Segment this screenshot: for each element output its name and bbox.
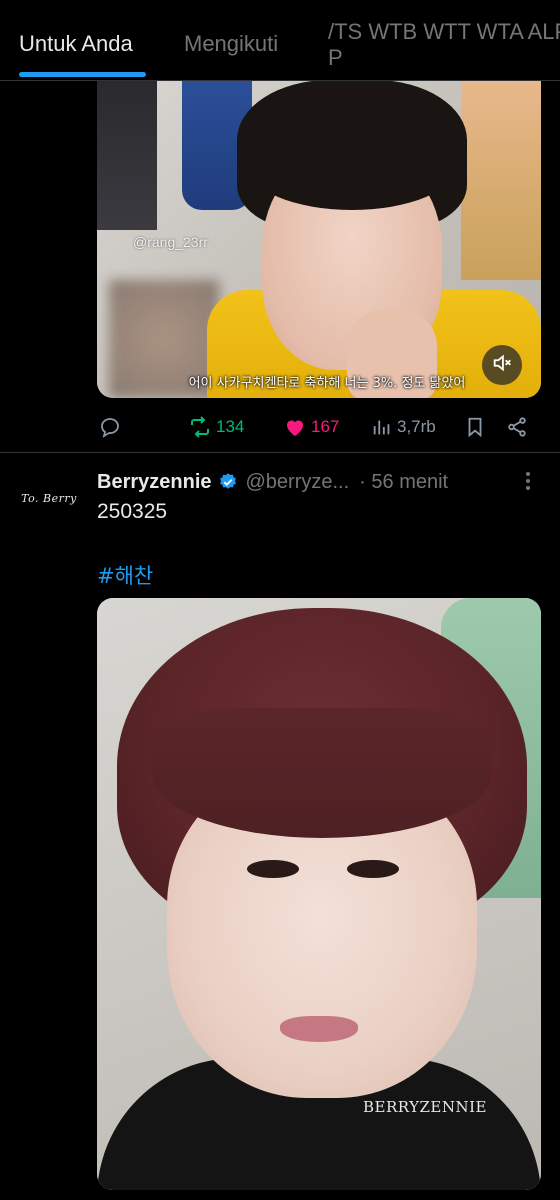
bangs [247,120,457,210]
mute-button[interactable] [482,345,522,385]
retweet-button[interactable]: 134 [188,408,244,446]
background-person [461,80,541,280]
timeline-screen: Untuk Anda Mengikuti /TS WTB WTT WTA AL P… [0,0,560,1200]
like-button[interactable]: 167 [283,408,339,446]
tweet2-header: Berryzennie @berryze... · 56 menit [97,468,547,496]
tweet-timestamp[interactable]: · 56 menit [359,471,448,494]
bookmark-button[interactable] [464,408,486,446]
timeline-tab-bar: Untuk Anda Mengikuti /TS WTB WTT WTA AL P… [0,0,560,81]
views-icon [371,416,393,438]
video-watermark: @rang_23rr [133,234,208,250]
active-tab-indicator [19,72,146,77]
heart-icon [283,415,307,439]
hashtag-link[interactable]: #해찬 [97,560,153,590]
tweet2-image[interactable]: BERRYZENNIE [97,598,541,1190]
volume-mute-icon [491,352,513,379]
share-button[interactable] [506,408,528,446]
user-handle[interactable]: @berryze... [246,471,350,494]
background-person [97,80,157,230]
mouth [280,1016,358,1042]
image-watermark: BERRYZENNIE [363,1098,487,1116]
bookmark-icon [464,415,486,439]
eye [247,860,299,878]
tab-list-ts-wtb[interactable]: /TS WTB WTT WTA ALPOP [328,19,560,71]
eye [347,860,399,878]
view-count: 3,7rb [397,417,436,436]
retweet-icon [188,415,212,439]
reply-icon [98,415,122,439]
more-vertical-icon [525,471,531,496]
avatar[interactable]: To. Berry [20,478,78,518]
views-button[interactable]: 3,7rb [371,408,436,446]
video-subtitle: 어이 사카구치켄타로 축하해 너는 3%. 정도 닮았어 [188,376,466,391]
tweet1-action-bar: 134 167 3,7rb [0,408,560,446]
display-name[interactable]: Berryzennie [97,471,212,494]
fringe [152,708,492,838]
tab-untuk-anda[interactable]: Untuk Anda [19,31,133,57]
tweet1-video[interactable]: @rang_23rr 어이 사카구치켄타로 축하해 너는 3%. 정도 닮았어 [97,80,541,398]
verified-badge-icon [218,472,238,492]
reply-button[interactable] [98,408,122,446]
like-count: 167 [311,417,340,436]
tweet-text: 250325 [97,500,168,523]
retweet-count: 134 [216,417,245,436]
tab-mengikuti[interactable]: Mengikuti [184,31,278,57]
share-icon [506,416,528,438]
tweet-divider [0,452,560,453]
more-options-button[interactable] [518,470,538,496]
